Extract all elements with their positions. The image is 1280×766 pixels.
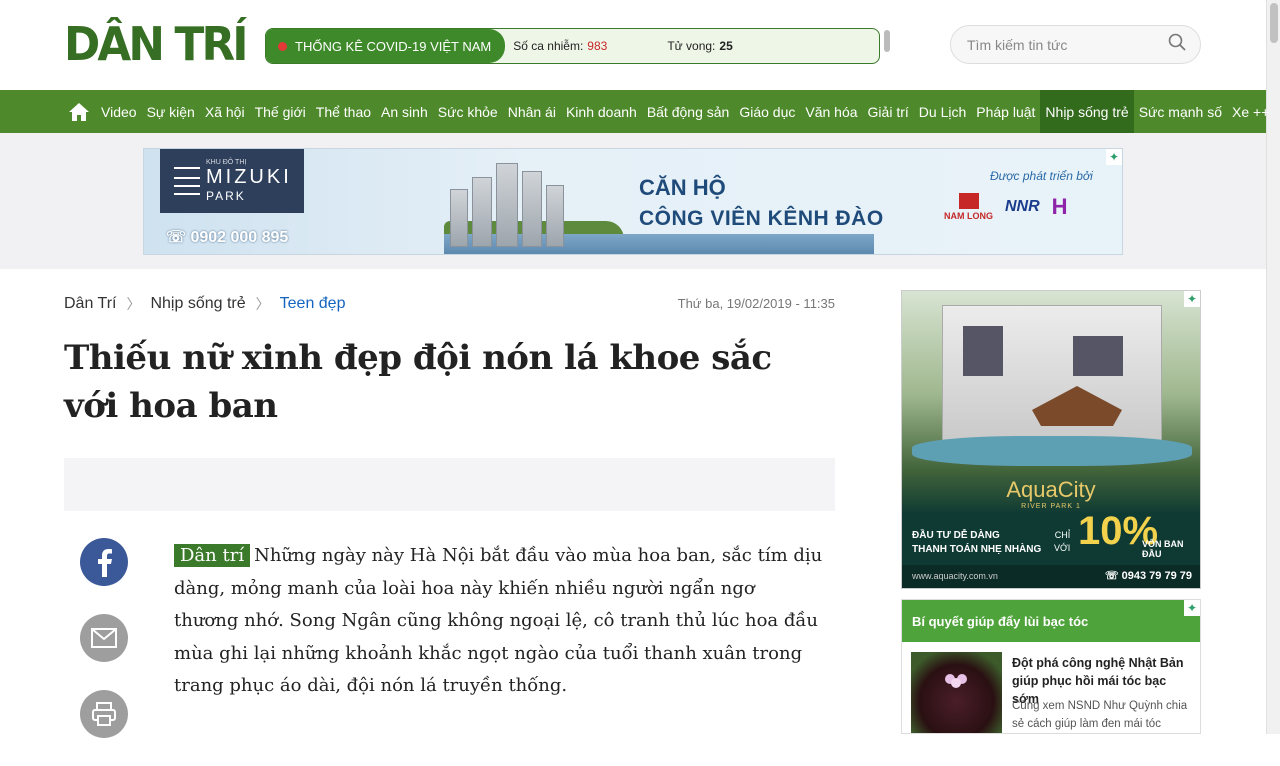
publish-date: Thứ ba, 19/02/2019 - 11:35 [677, 296, 835, 311]
search-icon[interactable] [1168, 33, 1186, 56]
mail-icon [91, 628, 117, 648]
sponsored-box-title: Bí quyết giúp đẩy lùi bạc tóc [902, 600, 1200, 642]
banner-headline-2: CÔNG VIÊN KÊNH ĐÀO [639, 207, 884, 230]
nnr-logo: NNR [1005, 198, 1040, 215]
chevron-right-icon: 〉 [126, 296, 141, 312]
covid-title-text: THỐNG KÊ COVID-19 VIỆT NAM [295, 38, 492, 54]
covid-deaths: Tử vong: 25 [667, 39, 733, 53]
building-illustration [450, 157, 570, 247]
banner-developer-label: Được phát triển bởi [990, 169, 1093, 183]
sponsored-thumbnail[interactable] [911, 652, 1002, 733]
email-share-button[interactable] [80, 614, 128, 662]
nav-item-the-gioi[interactable]: Thế giới [250, 90, 311, 133]
covid-cases: Số ca nhiễm: 983 [513, 39, 608, 53]
nav-item-the-thao[interactable]: Thể thao [311, 90, 376, 133]
live-dot-icon [278, 41, 287, 51]
top-ad-area: KHU ĐÔ THỊ MIZUKI PARK ☏ 0902 000 895 CĂ… [0, 133, 1266, 269]
breadcrumb-subcategory[interactable]: Teen đẹp [280, 295, 346, 313]
nav-item-du-lich[interactable]: Du Lịch [914, 90, 971, 133]
nav-item-giao-duc[interactable]: Giáo dục [734, 90, 800, 133]
banner-phone: ☏ 0902 000 895 [166, 229, 289, 246]
nav-item-nhan-ai[interactable]: Nhân ái [503, 90, 561, 133]
facebook-icon [98, 549, 112, 577]
lead-text: Những ngày này Hà Nội bắt đầu vào mùa ho… [174, 545, 823, 696]
adchoices-icon[interactable]: ✦ [1106, 149, 1122, 165]
nav-item-phap-luat[interactable]: Pháp luật [971, 90, 1040, 133]
covid-scroll-handle[interactable] [884, 30, 890, 52]
site-logo[interactable]: DÂN TRÍ [64, 17, 255, 71]
printer-icon [92, 702, 116, 726]
covid-title: THỐNG KÊ COVID-19 VIỆT NAM [266, 29, 506, 63]
covid-cases-value: 983 [587, 39, 608, 53]
banner-brands: NAM LONG NNR H [944, 193, 1068, 221]
nav-item-video[interactable]: Video [96, 90, 142, 133]
nav-item-an-sinh[interactable]: An sinh [376, 90, 433, 133]
ad-url: www.aquacity.com.vn [912, 571, 998, 581]
sponsored-box[interactable]: Bí quyết giúp đẩy lùi bạc tóc ✦ Đột phá … [901, 599, 1201, 734]
aquacity-logo: AquaCity [1006, 477, 1096, 502]
chevron-right-icon: 〉 [255, 296, 270, 312]
share-bar [80, 538, 130, 766]
source-tag: Dân trí [174, 544, 251, 567]
breadcrumb-home[interactable]: Dân Trí [64, 295, 116, 313]
nav-item-bat-dong-san[interactable]: Bất động sản [642, 90, 735, 133]
ad-phone: ☏ 0943 79 79 79 [1104, 570, 1192, 582]
nav-item-suc-khoe[interactable]: Sức khỏe [433, 90, 503, 133]
nav-item-xa-hoi[interactable]: Xã hội [200, 90, 250, 133]
home-icon[interactable] [64, 90, 94, 133]
breadcrumb-category[interactable]: Nhịp sống trẻ [150, 295, 245, 313]
nav-item-suc-manh-so[interactable]: Sức mạnh số [1134, 90, 1227, 133]
breadcrumb: Dân Trí 〉 Nhịp sống trẻ 〉 Teen đẹp [64, 294, 345, 314]
audio-player-placeholder [64, 458, 835, 511]
nav-item-van-hoa[interactable]: Văn hóa [800, 90, 862, 133]
nav-item-nhip-song-tre[interactable]: Nhịp sống trẻ [1040, 90, 1134, 133]
nav-item-su-kien[interactable]: Sự kiện [142, 90, 200, 133]
ad-slogan: ĐẦU TƯ DỄ DÀNG THANH TOÁN NHẸ NHÀNG [912, 530, 1042, 555]
covid-ticker[interactable]: THỐNG KÊ COVID-19 VIỆT NAM Số ca nhiễm: 9… [265, 28, 880, 64]
top-banner-ad[interactable]: KHU ĐÔ THỊ MIZUKI PARK ☏ 0902 000 895 CĂ… [143, 148, 1123, 255]
sponsored-description: Cùng xem NSND Như Quỳnh chia sẻ cách giú… [1012, 700, 1188, 730]
article-title: Thiếu nữ xinh đẹp đội nón lá khoe sắc vớ… [64, 338, 772, 426]
pool-illustration [912, 436, 1192, 466]
mizuki-park-logo: KHU ĐÔ THỊ MIZUKI PARK [160, 149, 304, 213]
facebook-share-button[interactable] [80, 538, 128, 586]
nav-item-kinh-doanh[interactable]: Kinh doanh [561, 90, 642, 133]
article-lead: Dân trí Những ngày này Hà Nội bắt đầu vào… [174, 540, 824, 703]
nav-item-giai-tri[interactable]: Giải trí [863, 90, 914, 133]
ad-only-label: CHỈ VỚI [1054, 530, 1071, 553]
adchoices-icon[interactable]: ✦ [1184, 291, 1200, 307]
hasaki-logo: H [1051, 194, 1068, 219]
covid-deaths-value: 25 [719, 39, 733, 53]
search-input[interactable] [967, 36, 1168, 53]
site-header: DÂN TRÍ THỐNG KÊ COVID-19 VIỆT NAM Số ca… [0, 0, 1266, 90]
print-button[interactable] [80, 690, 128, 738]
adchoices-icon[interactable]: ✦ [1184, 600, 1200, 616]
search-box[interactable] [950, 25, 1201, 64]
main-nav: Video Sự kiện Xã hội Thế giới Thể thao A… [0, 90, 1269, 133]
sidebar-ad-aquacity[interactable]: AquaCity RIVER PARK 1 ĐẦU TƯ DỄ DÀNG THAN… [901, 290, 1201, 589]
scroll-thumb[interactable] [1270, 3, 1278, 43]
banner-headline-1: CĂN HỘ [639, 175, 726, 200]
ad-capital-label: VỐN BAN ĐẦU [1142, 539, 1184, 559]
nam-long-logo: NAM LONG [944, 193, 993, 221]
nav-item-xe[interactable]: Xe ++ [1227, 90, 1274, 133]
